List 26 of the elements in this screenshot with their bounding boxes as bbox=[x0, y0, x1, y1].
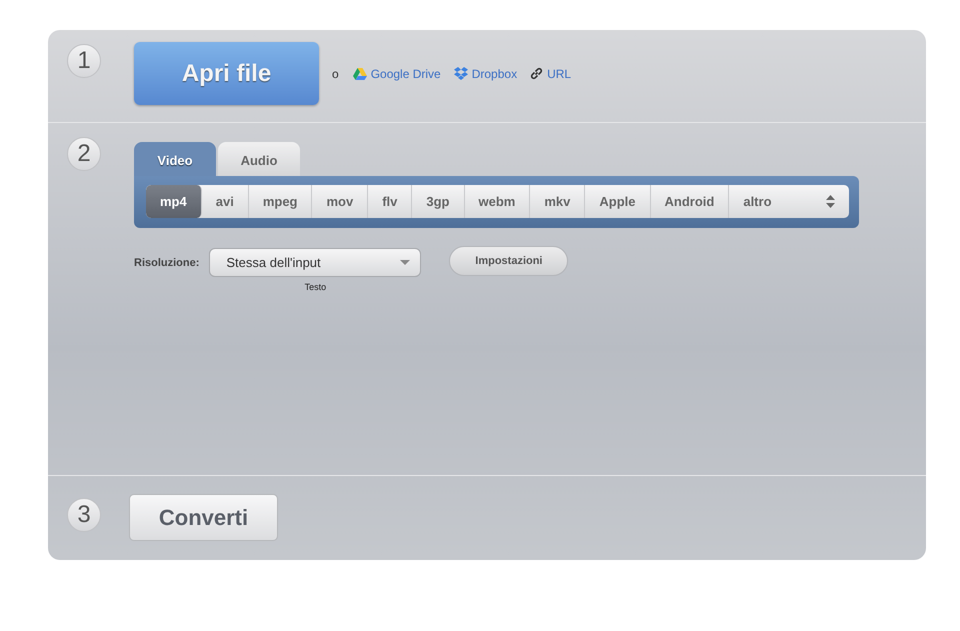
step-number: 1 bbox=[67, 44, 101, 78]
source-link[interactable]: URL bbox=[530, 66, 572, 80]
format-option[interactable]: mp4 bbox=[146, 185, 202, 218]
tab[interactable]: Video bbox=[134, 142, 216, 176]
convert-button[interactable]: Converti bbox=[129, 494, 278, 541]
format-dropdown[interactable]: altro bbox=[729, 185, 849, 218]
source-link[interactable]: Google Drive bbox=[352, 66, 441, 80]
format-option[interactable]: 3gp bbox=[412, 185, 465, 218]
source-link[interactable]: Dropbox bbox=[454, 66, 518, 80]
tab[interactable]: Audio bbox=[218, 142, 300, 176]
format-option[interactable]: mkv bbox=[530, 185, 586, 218]
format-option[interactable]: webm bbox=[464, 185, 530, 218]
open-file-button[interactable]: Apri file bbox=[134, 42, 319, 105]
format-option[interactable]: mpeg bbox=[248, 185, 312, 218]
settings-button[interactable]: Impostazioni bbox=[449, 246, 568, 276]
step-number: 2 bbox=[67, 137, 101, 171]
or-text: o bbox=[332, 66, 339, 80]
caption-text: Testo bbox=[304, 282, 326, 292]
step-number: 3 bbox=[67, 498, 101, 532]
format-option[interactable]: mov bbox=[312, 185, 368, 218]
format-option[interactable]: avi bbox=[202, 185, 249, 218]
format-option[interactable]: Apple bbox=[585, 185, 651, 218]
format-option[interactable]: Android bbox=[650, 185, 730, 218]
resolution-select[interactable]: Stessa dell'input bbox=[209, 248, 422, 277]
resolution-label: Risoluzione: bbox=[134, 257, 200, 269]
format-option[interactable]: flv bbox=[368, 185, 412, 218]
